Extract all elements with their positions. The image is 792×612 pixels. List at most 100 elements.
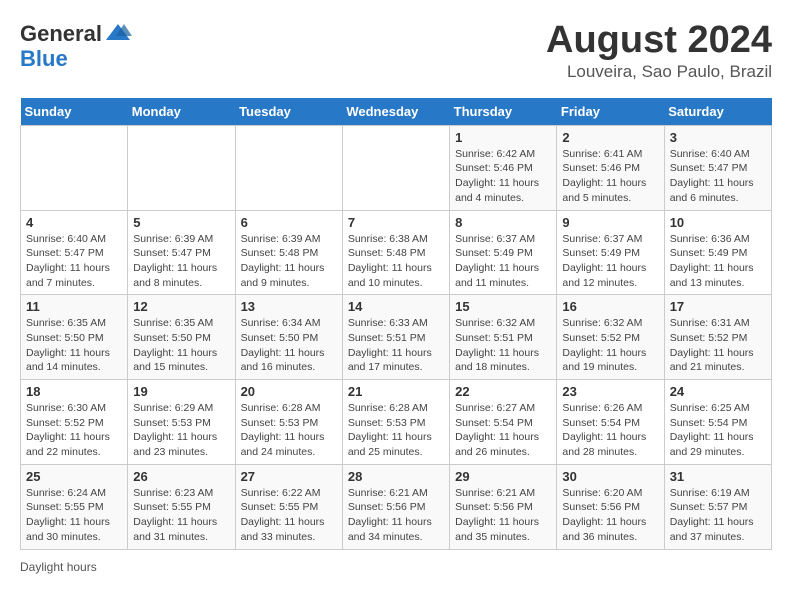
day-info: Sunrise: 6:36 AM Sunset: 5:49 PM Dayligh…: [670, 232, 766, 291]
logo-icon: [104, 20, 132, 48]
day-number: 19: [133, 384, 229, 399]
day-number: 20: [241, 384, 337, 399]
day-cell: 1 Sunrise: 6:42 AM Sunset: 5:46 PM Daylig…: [450, 125, 557, 210]
day-info: Sunrise: 6:28 AM Sunset: 5:53 PM Dayligh…: [241, 401, 337, 460]
day-info: Sunrise: 6:42 AM Sunset: 5:46 PM Dayligh…: [455, 147, 551, 206]
day-info: Sunrise: 6:20 AM Sunset: 5:56 PM Dayligh…: [562, 486, 658, 545]
day-cell: 28 Sunrise: 6:21 AM Sunset: 5:56 PM Dayli…: [342, 464, 449, 549]
title-area: August 2024 Louveira, Sao Paulo, Brazil: [546, 20, 772, 82]
logo-blue: Blue: [20, 48, 132, 70]
day-info: Sunrise: 6:22 AM Sunset: 5:55 PM Dayligh…: [241, 486, 337, 545]
day-cell: 27 Sunrise: 6:22 AM Sunset: 5:55 PM Dayli…: [235, 464, 342, 549]
day-info: Sunrise: 6:23 AM Sunset: 5:55 PM Dayligh…: [133, 486, 229, 545]
day-cell: 2 Sunrise: 6:41 AM Sunset: 5:46 PM Daylig…: [557, 125, 664, 210]
day-info: Sunrise: 6:34 AM Sunset: 5:50 PM Dayligh…: [241, 316, 337, 375]
day-cell: 11 Sunrise: 6:35 AM Sunset: 5:50 PM Dayli…: [21, 295, 128, 380]
day-cell: 17 Sunrise: 6:31 AM Sunset: 5:52 PM Dayli…: [664, 295, 771, 380]
day-number: 14: [348, 299, 444, 314]
day-number: 27: [241, 469, 337, 484]
col-monday: Monday: [128, 98, 235, 126]
day-info: Sunrise: 6:38 AM Sunset: 5:48 PM Dayligh…: [348, 232, 444, 291]
calendar-subtitle: Louveira, Sao Paulo, Brazil: [546, 62, 772, 82]
day-info: Sunrise: 6:40 AM Sunset: 5:47 PM Dayligh…: [26, 232, 122, 291]
day-number: 9: [562, 215, 658, 230]
day-number: 13: [241, 299, 337, 314]
day-info: Sunrise: 6:28 AM Sunset: 5:53 PM Dayligh…: [348, 401, 444, 460]
day-cell: 25 Sunrise: 6:24 AM Sunset: 5:55 PM Dayli…: [21, 464, 128, 549]
header: General Blue August 2024 Louveira, Sao P…: [20, 20, 772, 82]
day-info: Sunrise: 6:39 AM Sunset: 5:47 PM Dayligh…: [133, 232, 229, 291]
day-info: Sunrise: 6:33 AM Sunset: 5:51 PM Dayligh…: [348, 316, 444, 375]
day-cell: 7 Sunrise: 6:38 AM Sunset: 5:48 PM Daylig…: [342, 210, 449, 295]
day-cell: 10 Sunrise: 6:36 AM Sunset: 5:49 PM Dayli…: [664, 210, 771, 295]
day-number: 11: [26, 299, 122, 314]
day-number: 3: [670, 130, 766, 145]
day-number: 18: [26, 384, 122, 399]
day-info: Sunrise: 6:21 AM Sunset: 5:56 PM Dayligh…: [455, 486, 551, 545]
day-cell: 24Sunrise: 6:25 AM Sunset: 5:54 PM Dayli…: [664, 380, 771, 465]
logo: General Blue: [20, 20, 132, 70]
logo-general: General: [20, 23, 102, 45]
day-info: Sunrise: 6:37 AM Sunset: 5:49 PM Dayligh…: [562, 232, 658, 291]
week-row-0: 1 Sunrise: 6:42 AM Sunset: 5:46 PM Daylig…: [21, 125, 772, 210]
day-number: 21: [348, 384, 444, 399]
day-number: 30: [562, 469, 658, 484]
day-info: Sunrise: 6:19 AM Sunset: 5:57 PM Dayligh…: [670, 486, 766, 545]
day-number: 1: [455, 130, 551, 145]
day-info: Sunrise: 6:27 AM Sunset: 5:54 PM Dayligh…: [455, 401, 551, 460]
day-info: Sunrise: 6:24 AM Sunset: 5:55 PM Dayligh…: [26, 486, 122, 545]
day-number: 17: [670, 299, 766, 314]
col-friday: Friday: [557, 98, 664, 126]
day-info: Sunrise: 6:30 AM Sunset: 5:52 PM Dayligh…: [26, 401, 122, 460]
day-cell: 29Sunrise: 6:21 AM Sunset: 5:56 PM Dayli…: [450, 464, 557, 549]
day-cell: 22 Sunrise: 6:27 AM Sunset: 5:54 PM Dayli…: [450, 380, 557, 465]
day-info: Sunrise: 6:29 AM Sunset: 5:53 PM Dayligh…: [133, 401, 229, 460]
col-thursday: Thursday: [450, 98, 557, 126]
day-info: Sunrise: 6:25 AM Sunset: 5:54 PM Dayligh…: [670, 401, 766, 460]
day-info: Sunrise: 6:32 AM Sunset: 5:52 PM Dayligh…: [562, 316, 658, 375]
day-number: 4: [26, 215, 122, 230]
footer-text: Daylight hours: [20, 560, 97, 574]
day-cell: 20 Sunrise: 6:28 AM Sunset: 5:53 PM Dayli…: [235, 380, 342, 465]
day-cell: 14 Sunrise: 6:33 AM Sunset: 5:51 PM Dayli…: [342, 295, 449, 380]
col-sunday: Sunday: [21, 98, 128, 126]
col-wednesday: Wednesday: [342, 98, 449, 126]
day-cell: 6Sunrise: 6:39 AM Sunset: 5:48 PM Daylig…: [235, 210, 342, 295]
day-number: 23: [562, 384, 658, 399]
day-number: 5: [133, 215, 229, 230]
day-info: Sunrise: 6:39 AM Sunset: 5:48 PM Dayligh…: [241, 232, 337, 291]
day-cell: 15Sunrise: 6:32 AM Sunset: 5:51 PM Dayli…: [450, 295, 557, 380]
day-cell: 31 Sunrise: 6:19 AM Sunset: 5:57 PM Dayli…: [664, 464, 771, 549]
day-number: 10: [670, 215, 766, 230]
day-number: 15: [455, 299, 551, 314]
day-info: Sunrise: 6:31 AM Sunset: 5:52 PM Dayligh…: [670, 316, 766, 375]
day-cell: 8 Sunrise: 6:37 AM Sunset: 5:49 PM Daylig…: [450, 210, 557, 295]
day-cell: 5 Sunrise: 6:39 AM Sunset: 5:47 PM Daylig…: [128, 210, 235, 295]
day-number: 12: [133, 299, 229, 314]
day-number: 2: [562, 130, 658, 145]
day-cell: [342, 125, 449, 210]
day-info: Sunrise: 6:21 AM Sunset: 5:56 PM Dayligh…: [348, 486, 444, 545]
day-info: Sunrise: 6:41 AM Sunset: 5:46 PM Dayligh…: [562, 147, 658, 206]
day-number: 31: [670, 469, 766, 484]
week-row-2: 11 Sunrise: 6:35 AM Sunset: 5:50 PM Dayli…: [21, 295, 772, 380]
day-cell: 9 Sunrise: 6:37 AM Sunset: 5:49 PM Daylig…: [557, 210, 664, 295]
day-cell: 4 Sunrise: 6:40 AM Sunset: 5:47 PM Daylig…: [21, 210, 128, 295]
day-cell: 19 Sunrise: 6:29 AM Sunset: 5:53 PM Dayli…: [128, 380, 235, 465]
day-cell: 30 Sunrise: 6:20 AM Sunset: 5:56 PM Dayli…: [557, 464, 664, 549]
day-info: Sunrise: 6:37 AM Sunset: 5:49 PM Dayligh…: [455, 232, 551, 291]
day-number: 7: [348, 215, 444, 230]
day-cell: 26Sunrise: 6:23 AM Sunset: 5:55 PM Dayli…: [128, 464, 235, 549]
day-info: Sunrise: 6:35 AM Sunset: 5:50 PM Dayligh…: [26, 316, 122, 375]
day-number: 16: [562, 299, 658, 314]
calendar-title: August 2024: [546, 20, 772, 62]
week-row-1: 4 Sunrise: 6:40 AM Sunset: 5:47 PM Daylig…: [21, 210, 772, 295]
header-row: Sunday Monday Tuesday Wednesday Thursday…: [21, 98, 772, 126]
day-info: Sunrise: 6:26 AM Sunset: 5:54 PM Dayligh…: [562, 401, 658, 460]
day-number: 28: [348, 469, 444, 484]
day-cell: 23 Sunrise: 6:26 AM Sunset: 5:54 PM Dayli…: [557, 380, 664, 465]
day-number: 8: [455, 215, 551, 230]
day-number: 22: [455, 384, 551, 399]
day-cell: 21 Sunrise: 6:28 AM Sunset: 5:53 PM Dayli…: [342, 380, 449, 465]
day-number: 25: [26, 469, 122, 484]
